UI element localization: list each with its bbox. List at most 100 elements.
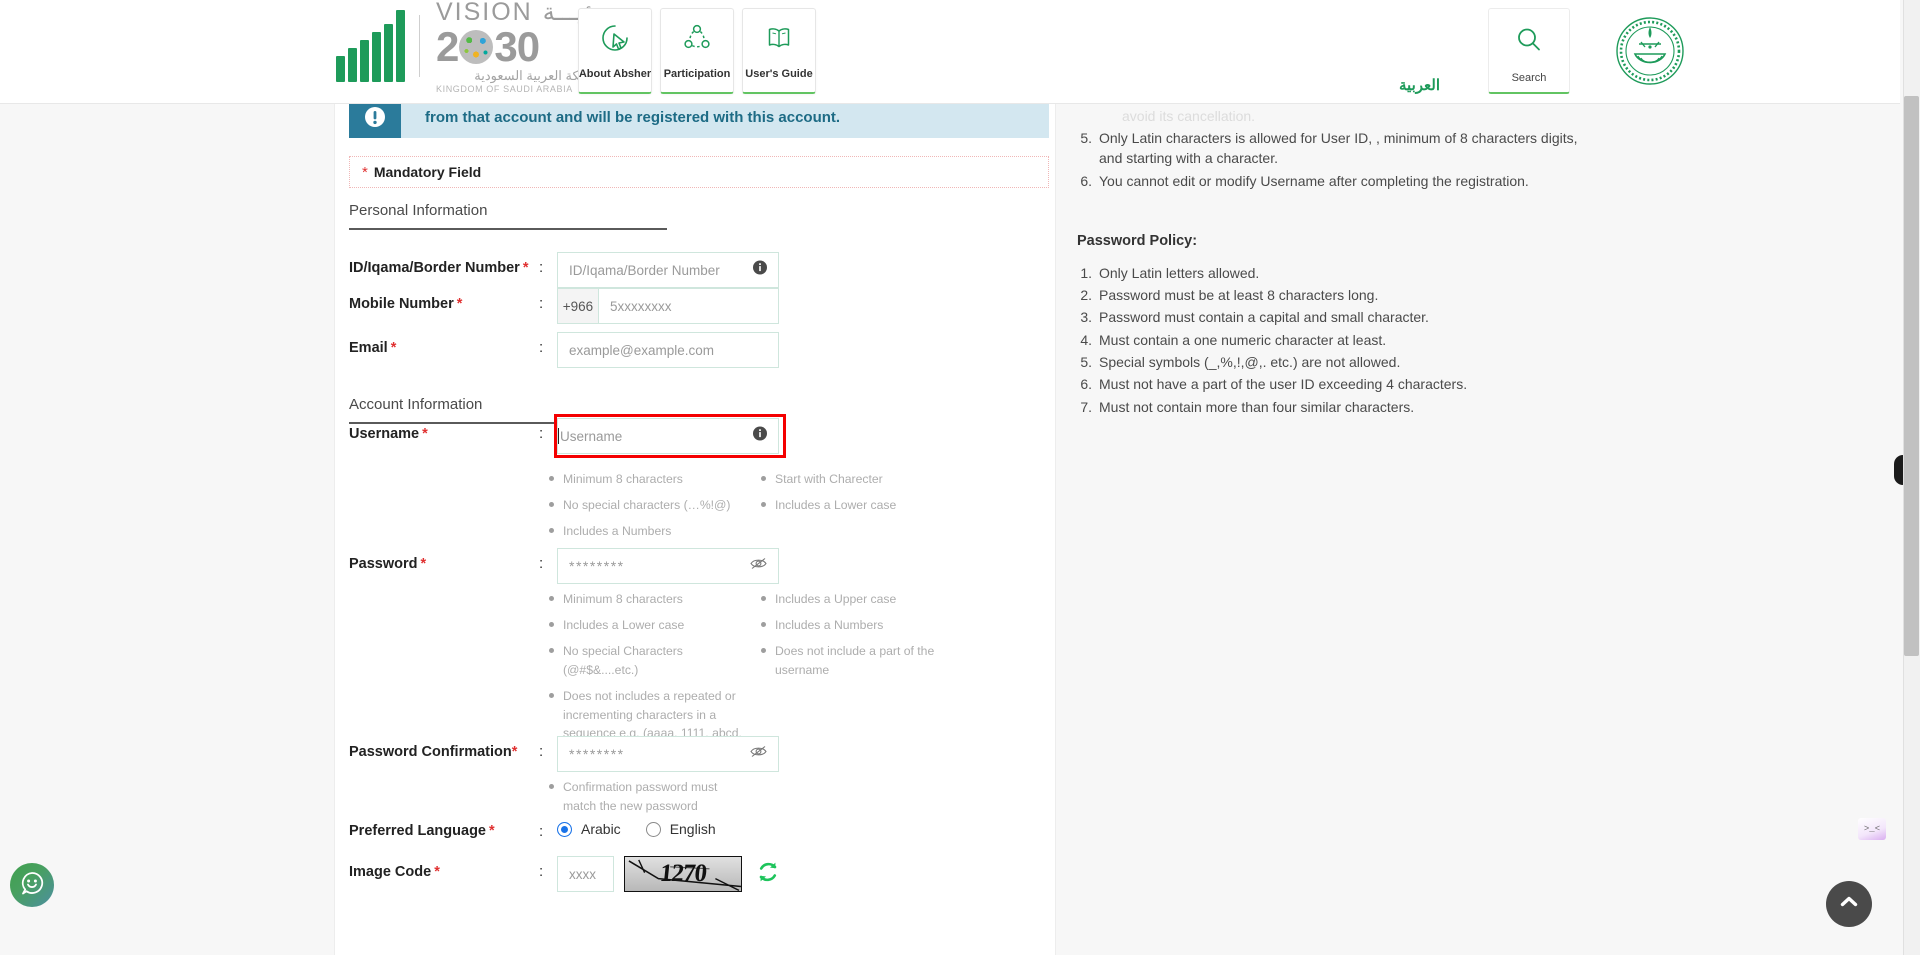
policy-text: You cannot edit or modify Username after… [1099, 172, 1529, 189]
policy-text: Only Latin letters allowed. [1099, 264, 1260, 281]
id-number-placeholder: ID/Iqama/Border Number [569, 262, 720, 278]
password-confirmation-hints-left: Confirmation password must match the new… [549, 778, 761, 823]
email-input[interactable]: example@example.com [557, 332, 779, 368]
mobile-number-placeholder: 5xxxxxxxx [610, 298, 672, 314]
field-label-id-number: ID/Iqama/Border Number * [349, 252, 539, 276]
password-confirmation-hints: Confirmation password must match the new… [549, 778, 761, 823]
hint-text: Does not include a part of the username [775, 643, 935, 677]
hint-text: Includes a Numbers [775, 617, 884, 632]
password-hints-right: Includes a Upper case Includes a Numbers… [761, 590, 971, 769]
policy-text: Must contain a one numeric character at … [1099, 331, 1387, 348]
hint-text: Includes a Lower case [775, 497, 897, 512]
field-row-password-confirmation: Password Confirmation* : ******** [349, 736, 779, 772]
image-code-input[interactable]: xxxx [557, 856, 614, 892]
policy-item: 3. Password must contain a capital and s… [1077, 307, 1860, 327]
field-colon: : [539, 823, 544, 840]
field-row-password: Password * : ******** [349, 548, 779, 584]
hint-item: No special Characters (@#$&....etc.) [549, 642, 761, 680]
saudi-government-emblem-icon [1615, 16, 1685, 86]
refresh-icon[interactable] [756, 860, 780, 889]
field-row-mobile-number: Mobile Number * : +966 5xxxxxxxx [349, 288, 779, 324]
hint-item: Includes a Numbers [549, 522, 761, 541]
password-policy-title: Password Policy: [1077, 232, 1198, 249]
page-scrollbar[interactable] [1903, 0, 1920, 955]
absher-bars-icon [336, 10, 419, 82]
truncated-policy-line: avoid its cancellation. [1122, 108, 1256, 124]
bullet-dot [549, 621, 554, 627]
policy-number: 5. [1080, 130, 1092, 146]
username-hints: Minimum 8 characters No special characte… [549, 470, 971, 548]
policy-text: Password must be at least 8 characters l… [1099, 287, 1379, 304]
mobile-number-input[interactable]: 5xxxxxxxx [598, 288, 779, 324]
captcha-image: 1270 [624, 856, 742, 892]
hint-item: Minimum 8 characters [549, 590, 761, 609]
scrollbar-thumb[interactable] [1904, 96, 1919, 656]
info-banner-text: from that account and will be registered… [425, 108, 841, 126]
chat-support-button[interactable] [10, 863, 54, 907]
bullet-dot [549, 527, 554, 533]
info-icon[interactable] [753, 260, 767, 280]
hint-item: Includes a Lower case [549, 616, 761, 635]
language-switch-arabic[interactable]: العربية [1399, 76, 1440, 94]
eye-slash-icon[interactable] [750, 557, 767, 576]
policy-number: 1. [1080, 264, 1092, 281]
radio-english[interactable] [645, 821, 661, 837]
field-label-password: Password * [349, 548, 539, 572]
radio-label-english[interactable]: English [670, 821, 716, 837]
email-placeholder: example@example.com [569, 342, 715, 358]
image-code-group: xxxx 1270 [557, 856, 780, 892]
scroll-to-top-button[interactable] [1826, 881, 1872, 927]
id-number-input[interactable]: ID/Iqama/Border Number [557, 252, 779, 288]
password-input[interactable]: ******** [557, 548, 779, 584]
policy-number: 7. [1080, 398, 1092, 415]
policy-number: 6. [1080, 172, 1092, 189]
eye-slash-icon[interactable] [750, 745, 767, 764]
nav-card-participation[interactable]: Participation [660, 8, 734, 94]
username-input[interactable]: Username [557, 418, 779, 454]
policy-number: 4. [1080, 331, 1092, 348]
policy-item: 6. You cannot edit or modify Username af… [1077, 171, 1860, 191]
kaomoji-widget[interactable]: >_< [1858, 818, 1886, 840]
hint-item: Includes a Lower case [761, 496, 971, 515]
nav-card-label: About Absher [578, 68, 652, 80]
field-label-mobile-number: Mobile Number * [349, 288, 539, 312]
radio-arabic[interactable] [557, 821, 572, 837]
policy-number: 5. [1080, 354, 1092, 371]
field-colon: : [539, 425, 544, 442]
policy-item: 5. Special symbols (_,%,!,@,. etc.) are … [1077, 352, 1860, 372]
registration-form-panel: from that account and will be registered… [334, 96, 1056, 955]
vision-2030-logo[interactable]: VISION رؤيـــة 2 30 المملكة العربية السع… [336, 0, 607, 94]
radio-label-arabic[interactable]: Arabic [581, 821, 621, 837]
nav-card-about-absher[interactable]: About Absher [578, 8, 652, 94]
bullet-dot [761, 476, 766, 481]
bullet-dot [761, 647, 766, 653]
policy-text: Only Latin characters is allowed for Use… [1099, 130, 1578, 167]
cursor-circle-icon [600, 23, 630, 58]
field-colon: : [539, 743, 544, 760]
hint-text: Start with Charecter [775, 472, 883, 486]
section-personal-information: Personal Information [349, 202, 669, 230]
required-star: * [390, 340, 397, 356]
password-confirmation-input[interactable]: ******** [557, 736, 779, 772]
label-text: Preferred Language [349, 823, 486, 839]
hint-item: Includes a Upper case [761, 590, 971, 609]
hint-item: Confirmation password must match the new… [549, 778, 747, 816]
bullet-dot [549, 692, 554, 698]
label-text: Password [349, 556, 418, 572]
info-icon[interactable] [753, 426, 767, 446]
section-rule [349, 228, 667, 230]
password-confirmation-placeholder: ******** [569, 746, 625, 762]
label-text: Mobile Number [349, 296, 454, 312]
nav-card-users-guide[interactable]: User's Guide [742, 8, 816, 94]
mandatory-field-label: Mandatory Field [373, 164, 482, 180]
username-hints-left: Minimum 8 characters No special characte… [549, 470, 761, 548]
logo-divider [419, 15, 420, 77]
bullet-dot [761, 596, 766, 601]
policy-text: Must not have a part of the user ID exce… [1099, 376, 1468, 393]
required-star: * [456, 296, 463, 312]
password-policy-list: 1. Only Latin letters allowed. 2. Passwo… [1077, 263, 1860, 417]
search-button[interactable]: Search [1488, 8, 1570, 94]
required-star: * [522, 260, 529, 276]
policy-number: 6. [1080, 376, 1092, 393]
hint-text: Includes a Numbers [563, 523, 672, 538]
